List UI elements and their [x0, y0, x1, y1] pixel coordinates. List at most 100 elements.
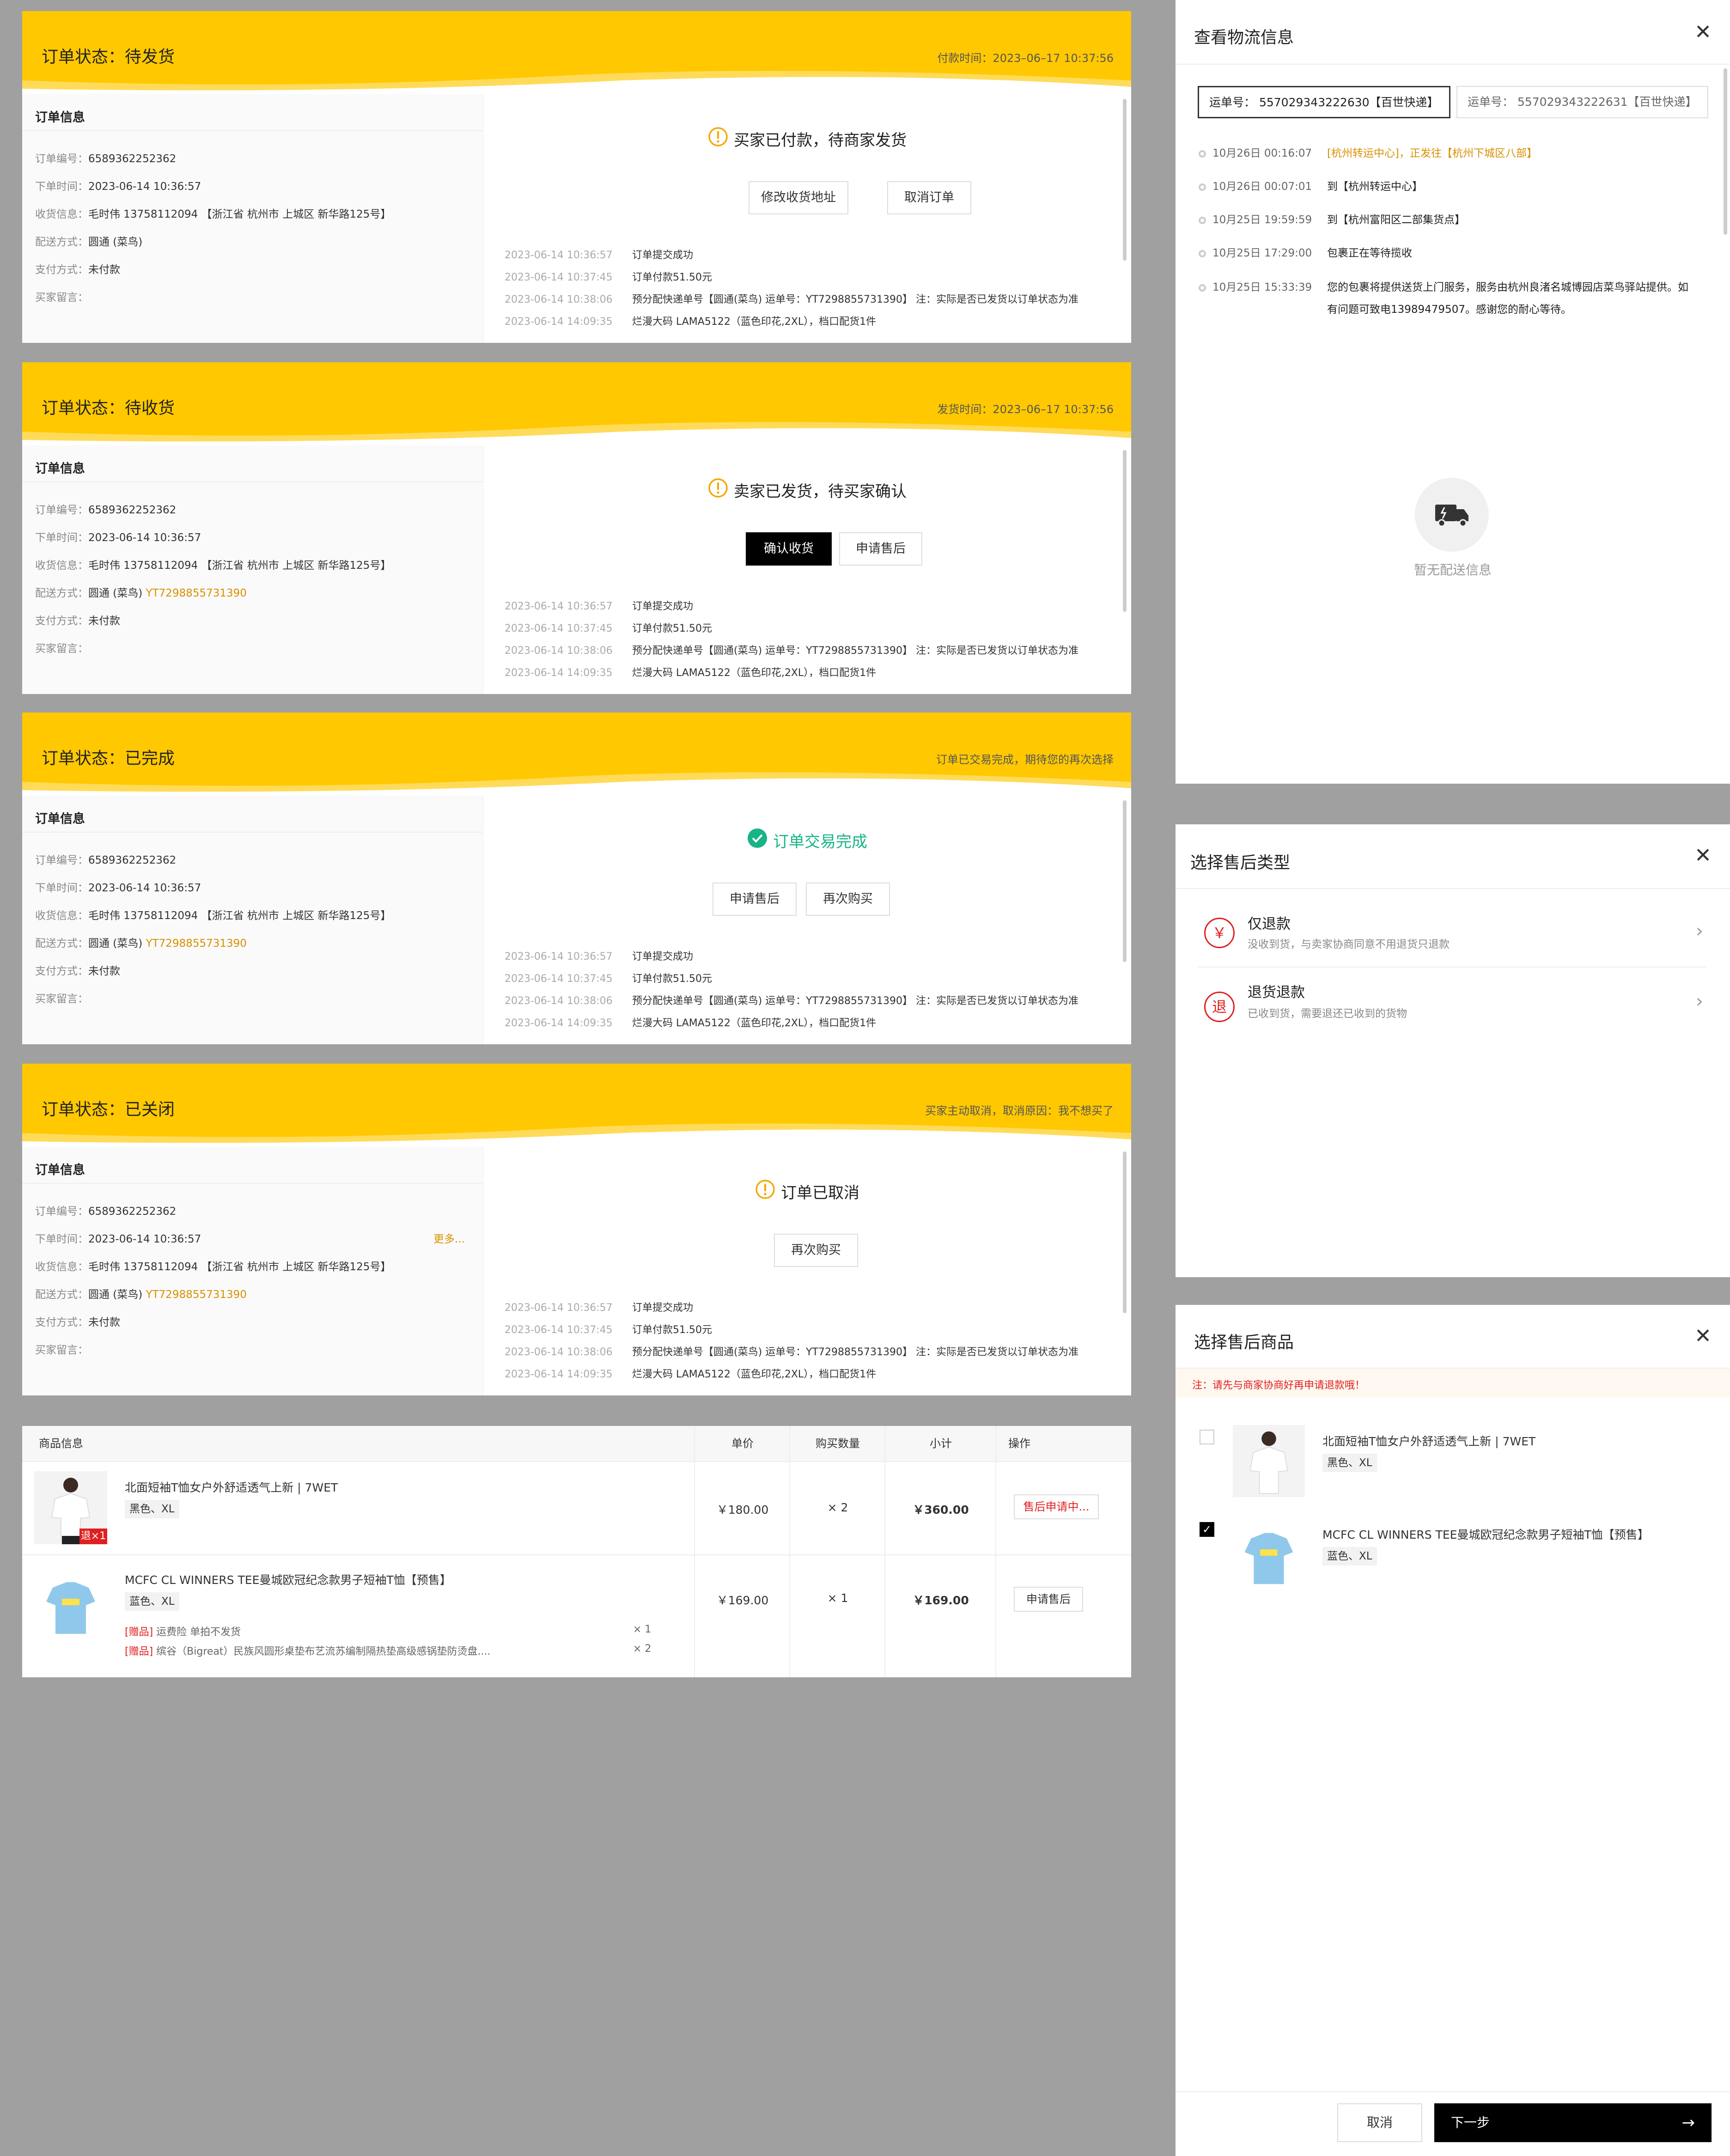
option-refund-only[interactable]: ￥ 仅退款 没收到货，与卖家协商同意不用退货只退款 › — [1198, 903, 1706, 968]
info-order-time: 下单时间：2023-06-14 10:36:57 — [35, 1233, 201, 1245]
option-return-refund[interactable]: 退 退货退款 已收到货，需要退还已收到的货物 › — [1198, 972, 1706, 1037]
order-card: 订单状态：待收货 发货时间：2023–06–17 10:37:56 订单信息 订… — [22, 362, 1131, 694]
scrollbar[interactable] — [1724, 68, 1727, 235]
info-message: 买家留言： — [35, 1344, 88, 1356]
product-name[interactable]: MCFC CL WINNERS TEE曼城欧冠纪念款男子短袖T恤【预售】 — [125, 1571, 451, 1588]
order-status-message: 买家已付款，待商家发货 — [483, 127, 1131, 151]
order-log-entry: 2023-06-14 14:09:35 烂漫大码 LAMA5122（蓝色印花,2X… — [505, 316, 877, 328]
info-message: 买家留言： — [35, 292, 88, 304]
info-delivery: 配送方式：圆通 (菜鸟) YT7298855731390 — [35, 1289, 247, 1301]
chevron-right-icon: › — [1696, 991, 1703, 1012]
product-thumb[interactable] — [34, 1569, 107, 1642]
option-desc: 没收到货，与卖家协商同意不用退货只退款 — [1248, 938, 1450, 950]
product-subtotal: ￥169.00 — [913, 1594, 969, 1607]
tab-waybill-1[interactable]: 运单号： 557029343222630【百世快递】 — [1198, 86, 1450, 118]
option-title: 退货退款 — [1248, 984, 1305, 1001]
info-delivery: 配送方式：圆通 (菜鸟) YT7298855731390 — [35, 587, 247, 599]
confirm-receipt-button[interactable]: 确认收货 — [746, 532, 832, 566]
order-log-entry: 2023-06-14 10:37:45 订单付款51.50元 — [505, 272, 712, 283]
order-info-title: 订单信息 — [35, 462, 85, 476]
notice-text: 注：请先与商家协商好再申请退款哦！ — [1192, 1380, 1365, 1391]
order-status-note: 付款时间：2023–06–17 10:37:56 — [937, 52, 1114, 65]
product-price: ￥169.00 — [716, 1594, 769, 1607]
goods-checkbox-checked[interactable]: ✓ — [1200, 1522, 1214, 1537]
close-icon[interactable]: ✕ — [1694, 1326, 1712, 1346]
edit-address-button[interactable]: 修改收货地址 — [749, 181, 848, 214]
order-status-title: 订单状态：待收货 — [42, 399, 175, 418]
order-log-entry: 2023-06-14 10:36:57 订单提交成功 — [505, 1302, 694, 1314]
info-payment: 支付方式：未付款 — [35, 1316, 120, 1328]
goods-thumb — [1233, 1520, 1305, 1592]
order-log-entry: 2023-06-14 14:09:35 烂漫大码 LAMA5122（蓝色印花,2X… — [505, 667, 877, 679]
order-status-message: 订单交易完成 — [483, 828, 1131, 853]
apply-aftersale-button[interactable]: 申请售后 — [1014, 1587, 1083, 1612]
order-log-entry: 2023-06-14 10:38:06 预分配快递单号【圆通(菜鸟) 运单号：YT… — [505, 645, 1078, 657]
logistics-panel: 查看物流信息 ✕ 运单号： 557029343222630【百世快递】 运单号：… — [1176, 0, 1730, 784]
order-card: 订单状态：待发货 付款时间：2023–06–17 10:37:56 订单信息 订… — [22, 11, 1131, 343]
scrollbar[interactable] — [1123, 1151, 1127, 1313]
scrollbar[interactable] — [1123, 450, 1127, 612]
product-qty: × 2 — [827, 1501, 848, 1514]
product-table: 商品信息 单价 购买数量 小计 操作 退×1 北面短袖T恤女户外舒适透气上新 |… — [22, 1426, 1131, 1677]
info-order-no: 订单编号：6589362252362 — [35, 504, 177, 516]
order-status-header: 订单状态：已完成 订单已交易完成，期待您的再次选择 — [22, 713, 1131, 796]
aftersale-goods-title: 选择售后商品 — [1194, 1333, 1294, 1352]
tab-waybill-2[interactable]: 运单号： 557029343222631【百世快递】 — [1456, 86, 1708, 118]
more-link[interactable]: 更多... — [433, 1230, 465, 1246]
scrollbar[interactable] — [1123, 800, 1127, 962]
gift-line: [赠品] 缤谷（Bigreat）民族风圆形桌垫布艺流苏编制隔热垫高级感锅垫防烫盘… — [125, 1646, 491, 1657]
gift-qty: × 2 — [633, 1643, 652, 1655]
chevron-right-icon: › — [1696, 920, 1703, 942]
order-status-note: 买家主动取消，取消原因：我不想买了 — [925, 1104, 1114, 1117]
next-button[interactable]: 下一步 → — [1434, 2103, 1712, 2142]
info-receiver: 收货信息：毛时伟 13758112094 【浙江省 杭州市 上城区 新华路125… — [35, 910, 391, 922]
warning-icon — [708, 478, 728, 502]
order-info-panel: 订单信息 订单编号：6589362252362 下单时间：2023-06-14 1… — [22, 1147, 483, 1395]
order-info-title: 订单信息 — [35, 812, 85, 826]
info-delivery: 配送方式：圆通 (菜鸟) — [35, 236, 143, 248]
check-circle-icon — [747, 828, 768, 853]
product-spec: 蓝色、XL — [125, 1592, 179, 1611]
order-log-entry: 2023-06-14 10:37:45 订单付款51.50元 — [505, 623, 712, 634]
cancel-order-button[interactable]: 取消订单 — [887, 181, 971, 214]
notice-bar: 注：请先与商家协商好再申请退款哦！ — [1176, 1368, 1730, 1397]
buy-again-button[interactable]: 再次购买 — [806, 883, 890, 916]
logistics-event: 10月26日 00:16:07 [杭州转运中心]，正发往【杭州下城区八部】 — [1199, 144, 1537, 160]
goods-name: 北面短袖T恤女户外舒适透气上新 | 7WET — [1322, 1435, 1536, 1448]
order-log-entry: 2023-06-14 10:37:45 订单付款51.50元 — [505, 973, 712, 985]
refund-yen-icon: ￥ — [1204, 918, 1235, 948]
order-log-entry: 2023-06-14 10:37:45 订单付款51.50元 — [505, 1324, 712, 1336]
close-icon[interactable]: ✕ — [1694, 22, 1712, 43]
scrollbar[interactable] — [1123, 99, 1127, 261]
option-title: 仅退款 — [1248, 916, 1291, 932]
order-status-note: 订单已交易完成，期待您的再次选择 — [936, 753, 1114, 766]
buy-again-button[interactable]: 再次购买 — [774, 1234, 858, 1267]
empty-text: 暂无配送信息 — [1413, 562, 1492, 578]
goods-name: MCFC CL WINNERS TEE曼城欧冠纪念款男子短袖T恤【预售】 — [1322, 1528, 1649, 1541]
cancel-button[interactable]: 取消 — [1337, 2103, 1422, 2142]
info-order-time: 下单时间：2023-06-14 10:36:57 — [35, 882, 201, 894]
order-log-entry: 2023-06-14 14:09:35 烂漫大码 LAMA5122（蓝色印花,2X… — [505, 1017, 877, 1029]
order-info-panel: 订单信息 订单编号：6589362252362 下单时间：2023-06-14 1… — [22, 445, 483, 694]
product-name[interactable]: 北面短袖T恤女户外舒适透气上新 | 7WET — [125, 1479, 338, 1495]
order-log-entry: 2023-06-14 14:09:35 烂漫大码 LAMA5122（蓝色印花,2X… — [505, 1369, 877, 1380]
col-header-price: 单价 — [695, 1426, 790, 1461]
close-icon[interactable]: ✕ — [1694, 846, 1712, 866]
info-payment: 支付方式：未付款 — [35, 264, 120, 276]
gift-qty: × 1 — [633, 1624, 652, 1635]
goods-checkbox[interactable] — [1200, 1430, 1214, 1444]
order-status-note: 发货时间：2023–06–17 10:37:56 — [937, 403, 1114, 416]
arrow-right-icon: → — [1681, 2113, 1695, 2132]
order-status-message: 卖家已发货，待买家确认 — [483, 478, 1131, 502]
refund-badge: 退×1 — [79, 1529, 107, 1544]
col-header-action: 操作 — [996, 1426, 1131, 1461]
apply-aftersale-button[interactable]: 申请售后 — [839, 532, 922, 566]
truck-icon — [1415, 478, 1489, 552]
order-status-header: 订单状态：待收货 发货时间：2023–06–17 10:37:56 — [22, 362, 1131, 445]
info-order-time: 下单时间：2023-06-14 10:36:57 — [35, 181, 201, 193]
aftersale-pending-button[interactable]: 售后申请中... — [1014, 1494, 1099, 1519]
info-payment: 支付方式：未付款 — [35, 965, 120, 977]
col-header-product: 商品信息 — [22, 1426, 695, 1461]
order-info-panel: 订单信息 订单编号：6589362252362 下单时间：2023-06-14 1… — [22, 94, 483, 343]
apply-aftersale-button[interactable]: 申请售后 — [713, 883, 797, 916]
